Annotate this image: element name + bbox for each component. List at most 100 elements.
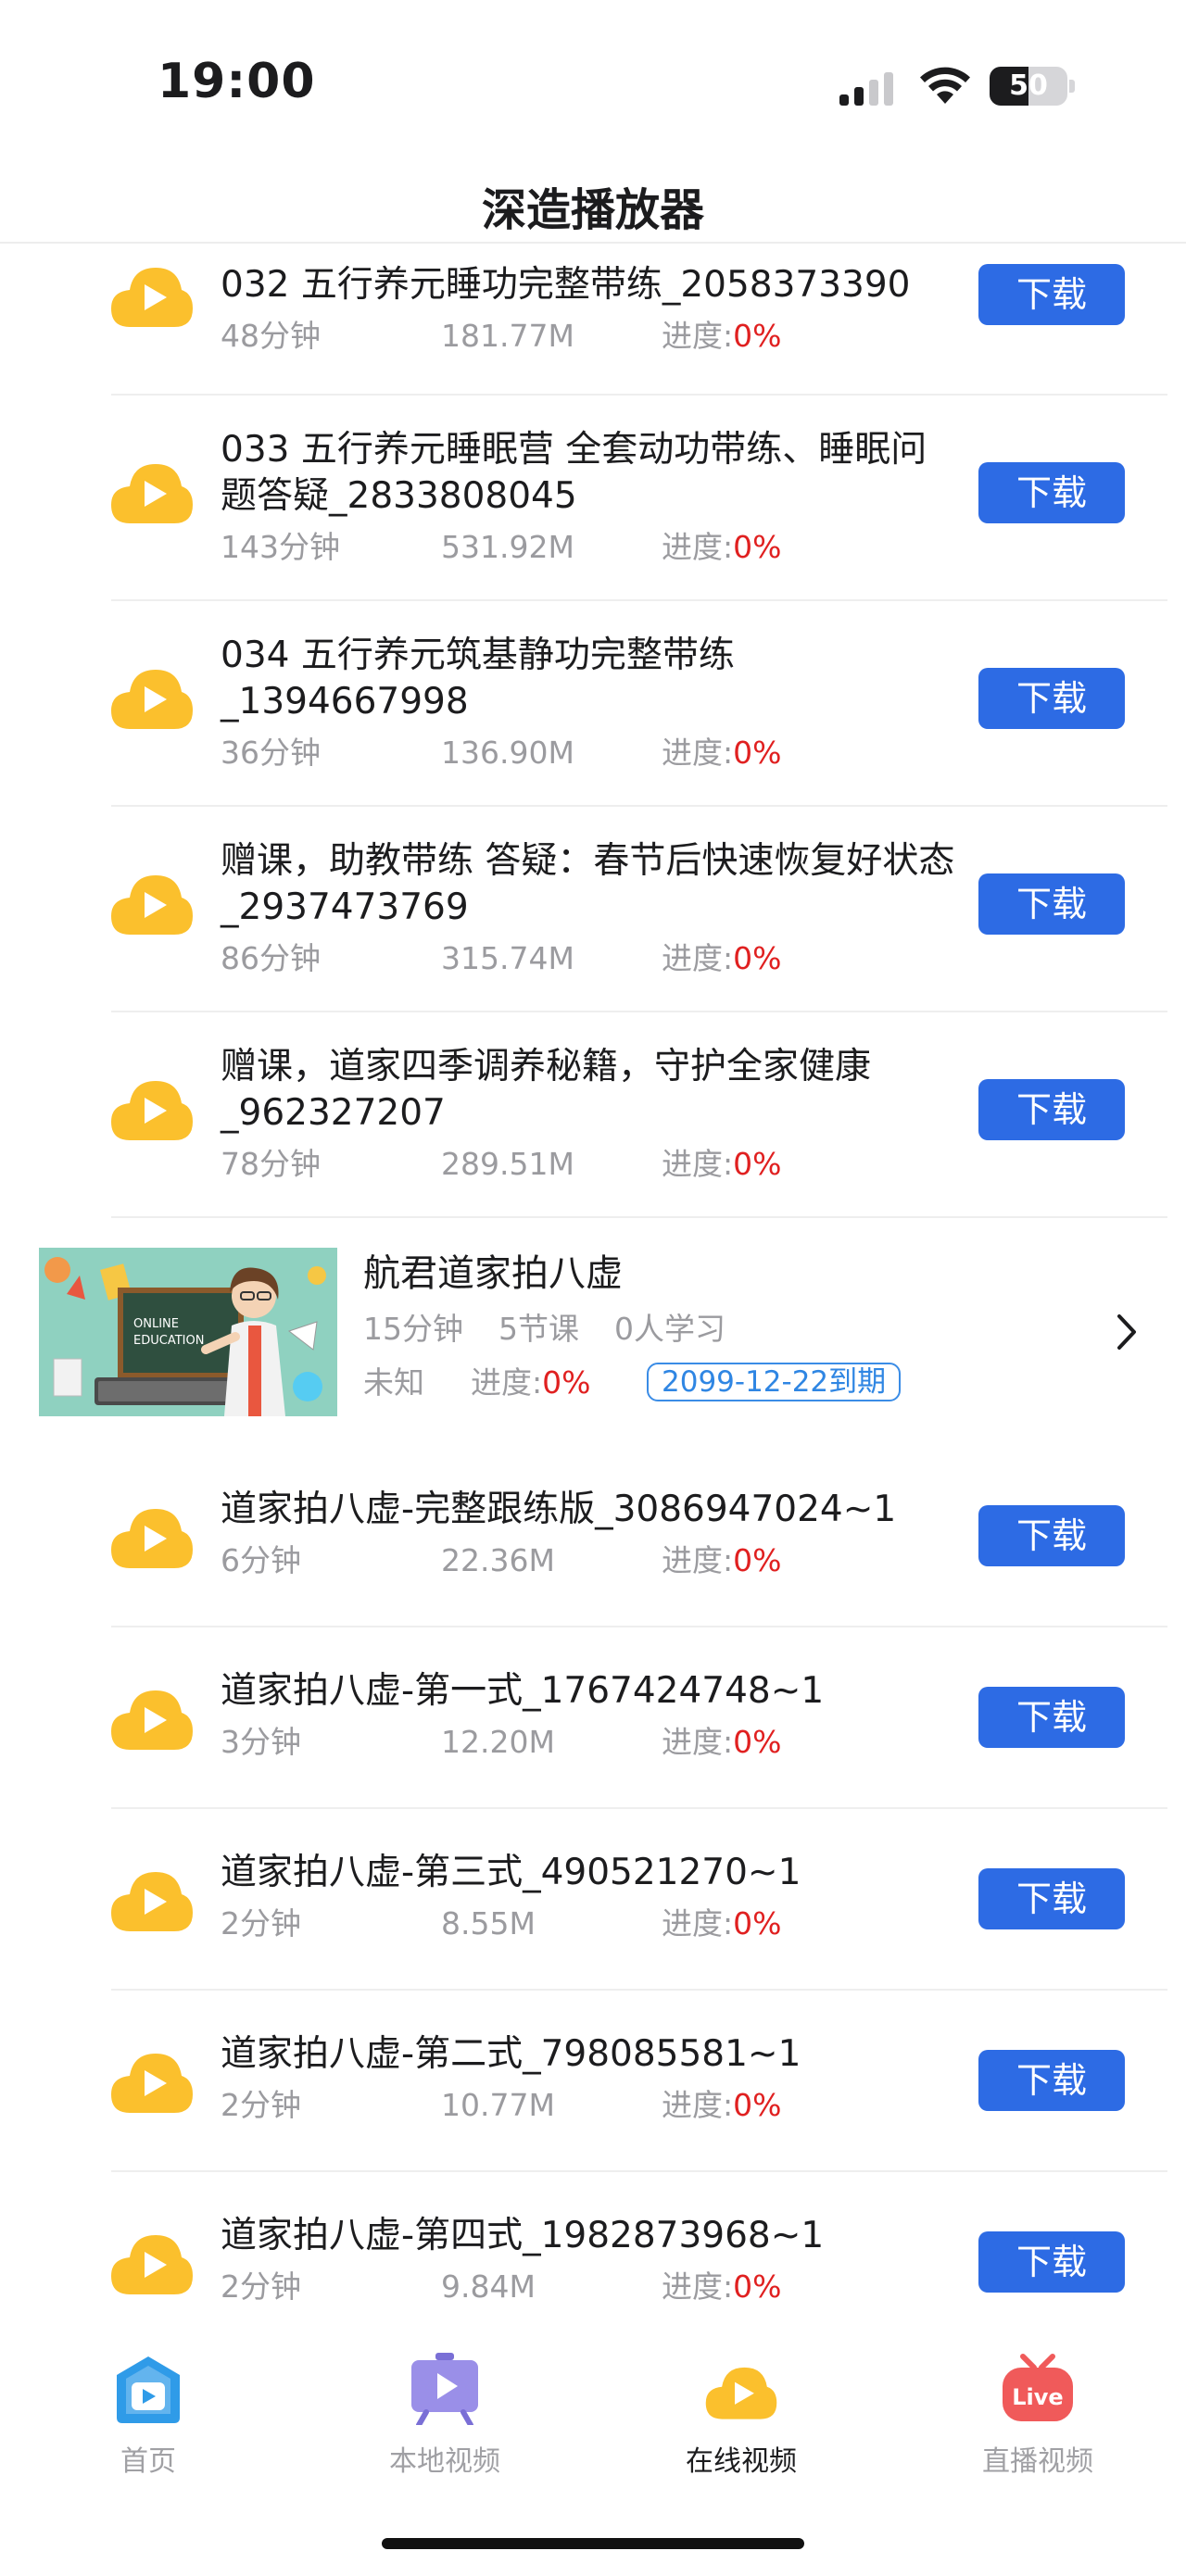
- item-title: 赠课，道家四季调养秘籍，守护全家健康_962327207: [221, 1046, 872, 1134]
- item-title: 道家拍八虚-完整跟练版_3086947024~1: [221, 1489, 897, 1530]
- video-list[interactable]: 032 五行养元睡功完整带练_2058373390 48分钟 181.77M 进…: [0, 244, 1186, 2325]
- download-button[interactable]: 下载: [978, 1868, 1125, 1929]
- item-size: 136.90M: [441, 735, 574, 771]
- list-item[interactable]: 赠课，助教带练 答疑：春节后快速恢复好状态_2937473769 86分钟 31…: [0, 807, 1186, 1012]
- course-card[interactable]: ONLINE EDUCATION 航君道家拍八虚 15分钟 5节课 0人学习 未知 …: [0, 1218, 1186, 1446]
- cloud-play-icon: [111, 875, 193, 935]
- item-title: 道家拍八虚-第三式_490521270~1: [221, 1852, 801, 1893]
- tab-label: 在线视频: [686, 2445, 797, 2478]
- item-title: 道家拍八虚-第四式_1982873968~1: [221, 2215, 825, 2256]
- course-progress: 进度:0%: [471, 1364, 591, 1401]
- tab-label: 首页: [120, 2445, 176, 2478]
- home-icon: [117, 2356, 180, 2423]
- item-progress: 进度:0%: [662, 318, 782, 354]
- item-duration: 86分钟: [221, 940, 321, 976]
- download-button[interactable]: 下载: [978, 2231, 1125, 2293]
- tab-label: 本地视频: [389, 2445, 500, 2478]
- item-size: 10.77M: [441, 2087, 555, 2123]
- home-indicator: [382, 2538, 804, 2549]
- item-duration: 6分钟: [221, 1542, 301, 1578]
- tab-label: 直播视频: [982, 2445, 1093, 2478]
- svg-text:EDUCATION: EDUCATION: [133, 1334, 204, 1348]
- svg-text:Live: Live: [1012, 2384, 1063, 2410]
- live-video-icon: Live: [1003, 2354, 1073, 2421]
- course-meta: 15分钟 5节课 0人学习: [363, 1309, 761, 1350]
- item-size: 289.51M: [441, 1146, 574, 1182]
- download-button[interactable]: 下载: [978, 873, 1125, 935]
- course-learners: 0人学习: [614, 1311, 725, 1347]
- item-title: 034 五行养元筑基静功完整带练_1394667998: [221, 635, 735, 723]
- item-title: 道家拍八虚-第一式_1767424748~1: [221, 1670, 825, 1712]
- item-duration: 36分钟: [221, 735, 321, 771]
- cloud-play-icon: [111, 1081, 193, 1140]
- tab-local-video[interactable]: 本地视频: [334, 2353, 556, 2492]
- item-progress: 进度:0%: [662, 2268, 782, 2305]
- item-size: 531.92M: [441, 529, 574, 565]
- item-title: 032 五行养元睡功完整带练_2058373390: [221, 264, 911, 306]
- download-button[interactable]: 下载: [978, 264, 1125, 325]
- nav-bar: 深造播放器: [0, 171, 1186, 244]
- course-status: 未知: [363, 1364, 424, 1401]
- svg-text:ONLINE: ONLINE: [133, 1317, 179, 1331]
- online-video-icon: [705, 2367, 777, 2419]
- item-size: 22.36M: [441, 1542, 555, 1578]
- list-item[interactable]: 道家拍八虚-第三式_490521270~1 2分钟 8.55M 进度:0% 下载: [0, 1809, 1186, 1991]
- item-title: 道家拍八虚-第二式_798085581~1: [221, 2033, 801, 2075]
- cloud-play-icon: [111, 464, 193, 523]
- download-button[interactable]: 下载: [978, 668, 1125, 729]
- expiry-badge: 2099-12-22到期: [647, 1363, 902, 1401]
- cloud-play-icon: [111, 2054, 193, 2113]
- download-button[interactable]: 下载: [978, 1079, 1125, 1140]
- list-item[interactable]: 道家拍八虚-第二式_798085581~1 2分钟 10.77M 进度:0% 下…: [0, 1991, 1186, 2172]
- list-item[interactable]: 034 五行养元筑基静功完整带练_1394667998 36分钟 136.90M…: [0, 601, 1186, 807]
- item-duration: 2分钟: [221, 1905, 301, 1941]
- wifi-icon: [920, 67, 970, 104]
- download-button[interactable]: 下载: [978, 462, 1125, 523]
- download-button[interactable]: 下载: [978, 1687, 1125, 1748]
- item-progress: 进度:0%: [662, 1724, 782, 1760]
- chevron-right-icon[interactable]: [1108, 1309, 1145, 1355]
- item-size: 315.74M: [441, 940, 574, 976]
- item-progress: 进度:0%: [662, 940, 782, 976]
- item-duration: 48分钟: [221, 318, 321, 354]
- item-size: 12.20M: [441, 1724, 555, 1760]
- cloud-play-icon: [111, 2235, 193, 2294]
- course-duration: 15分钟: [363, 1311, 463, 1347]
- download-button[interactable]: 下载: [978, 1505, 1125, 1566]
- item-duration: 78分钟: [221, 1146, 321, 1182]
- cellular-signal-icon: [839, 67, 893, 106]
- tab-online-video[interactable]: 在线视频: [630, 2353, 852, 2492]
- item-duration: 3分钟: [221, 1724, 301, 1760]
- battery-icon: 50: [990, 67, 1075, 106]
- item-progress: 进度:0%: [662, 1905, 782, 1941]
- download-button[interactable]: 下载: [978, 2050, 1125, 2111]
- list-item[interactable]: 032 五行养元睡功完整带练_2058373390 48分钟 181.77M 进…: [0, 244, 1186, 396]
- list-item[interactable]: 道家拍八虚-第一式_1767424748~1 3分钟 12.20M 进度:0% …: [0, 1627, 1186, 1809]
- item-progress: 进度:0%: [662, 529, 782, 565]
- cloud-play-icon: [111, 1509, 193, 1568]
- page-title: 深造播放器: [481, 184, 704, 236]
- item-progress: 进度:0%: [662, 2087, 782, 2123]
- course-thumbnail: ONLINE EDUCATION: [39, 1248, 337, 1416]
- item-duration: 143分钟: [221, 529, 340, 565]
- item-size: 181.77M: [441, 318, 574, 354]
- item-duration: 2分钟: [221, 2268, 301, 2305]
- tab-live-video[interactable]: Live 直播视频: [927, 2353, 1149, 2492]
- item-size: 9.84M: [441, 2268, 536, 2305]
- status-bar: 19:00 50: [0, 0, 1186, 171]
- course-title: 航君道家拍八虚: [363, 1252, 623, 1295]
- cloud-play-icon: [111, 1872, 193, 1931]
- battery-percent: 50: [1009, 69, 1048, 102]
- list-item[interactable]: 033 五行养元睡眠营 全套动功带练、睡眠问题答疑_2833808045 143…: [0, 396, 1186, 601]
- cloud-play-icon: [111, 1690, 193, 1750]
- item-duration: 2分钟: [221, 2087, 301, 2123]
- item-size: 8.55M: [441, 1905, 536, 1941]
- status-time: 19:00: [158, 54, 316, 109]
- item-progress: 进度:0%: [662, 735, 782, 771]
- list-item[interactable]: 道家拍八虚-第四式_1982873968~1 2分钟 9.84M 进度:0% 下…: [0, 2172, 1186, 2325]
- item-progress: 进度:0%: [662, 1542, 782, 1578]
- list-item[interactable]: 赠课，道家四季调养秘籍，守护全家健康_962327207 78分钟 289.51…: [0, 1012, 1186, 1218]
- item-progress: 进度:0%: [662, 1146, 782, 1182]
- tab-home[interactable]: 首页: [37, 2353, 259, 2492]
- list-item[interactable]: 道家拍八虚-完整跟练版_3086947024~1 6分钟 22.36M 进度:0…: [0, 1446, 1186, 1627]
